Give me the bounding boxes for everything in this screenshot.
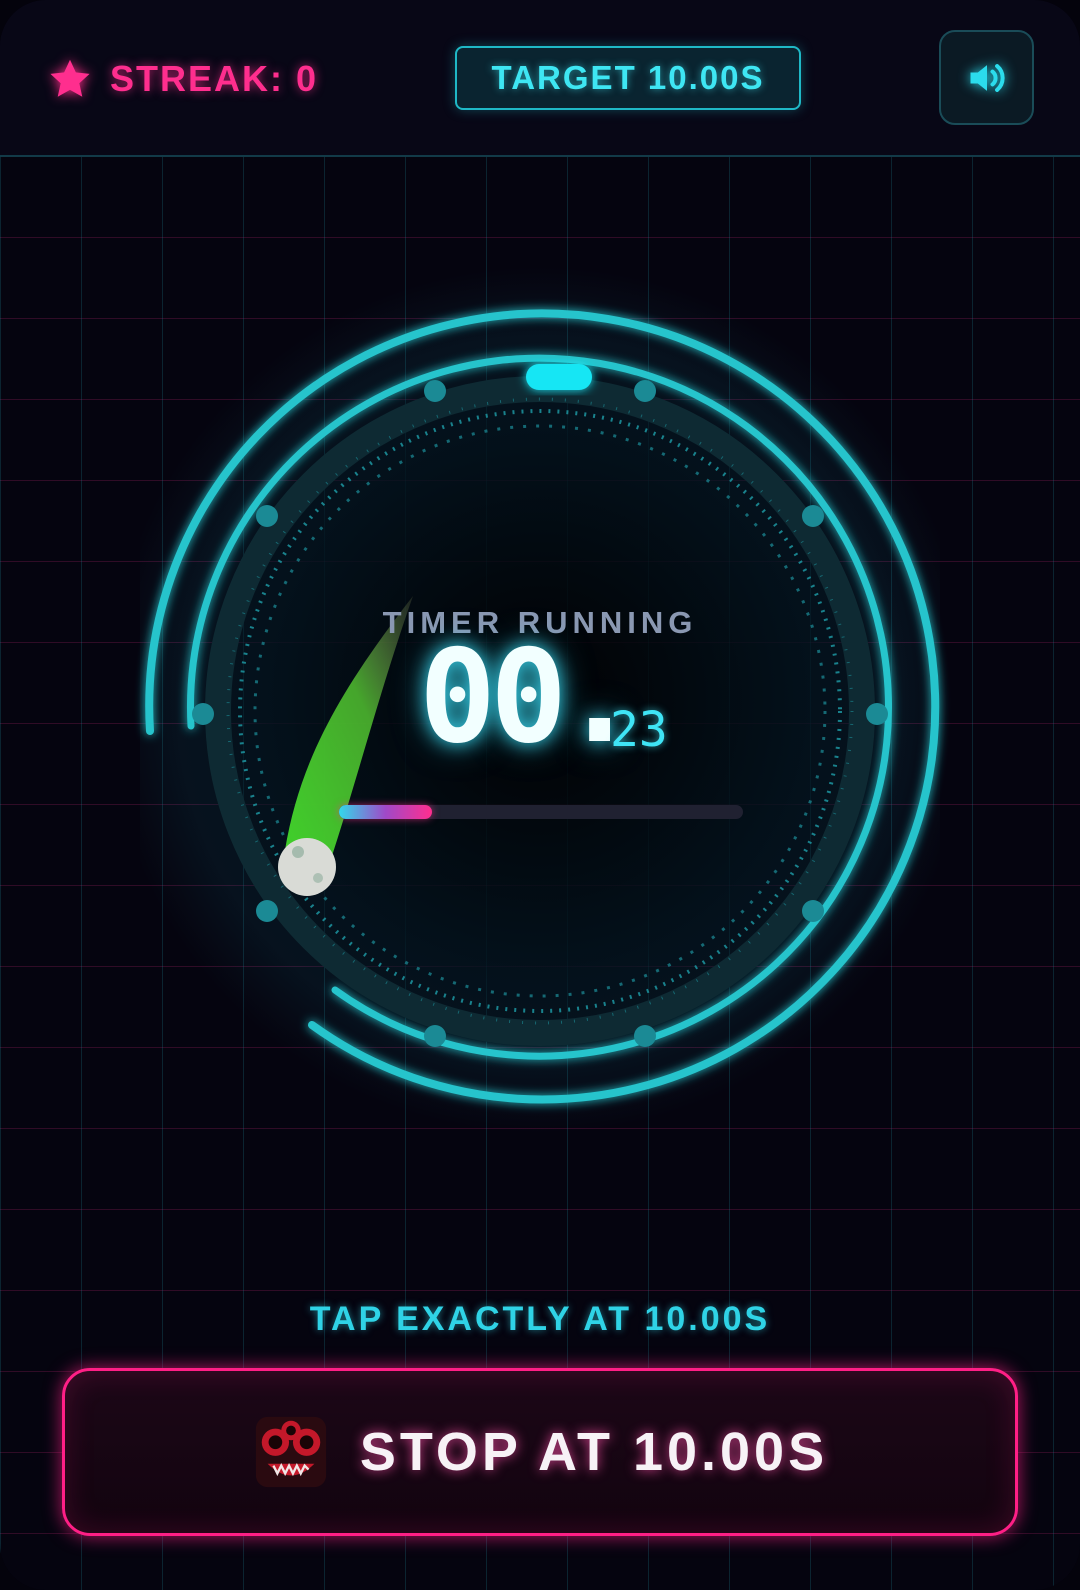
instruction-hint: TAP EXACTLY AT 10.00S xyxy=(309,1300,771,1338)
target-marker xyxy=(526,364,592,390)
monster-icon xyxy=(255,1416,326,1488)
tick-dot xyxy=(634,1025,656,1047)
comet-ball-spot xyxy=(292,846,304,858)
stop-button-label: STOP AT 10.00S xyxy=(359,1422,829,1482)
tick-dot xyxy=(424,1025,446,1047)
tick-dot xyxy=(866,703,888,725)
timer-fraction: 23 xyxy=(610,702,668,758)
tick-dot xyxy=(424,380,446,402)
tick-dot xyxy=(802,900,824,922)
progress-fill xyxy=(339,805,432,819)
comet-ball-spot xyxy=(313,873,323,883)
tick-dot xyxy=(256,505,278,527)
tick-dot xyxy=(634,380,656,402)
tick-dot xyxy=(256,900,278,922)
game-screen: STREAK: 0 TARGET 10.00S TIMER RUNNING 00… xyxy=(0,0,1080,1590)
comet-ball xyxy=(278,838,336,896)
tick-dot xyxy=(192,703,214,725)
timer-seconds: 00. xyxy=(419,623,638,772)
timer-dial xyxy=(145,309,940,1104)
stop-button[interactable]: STOP AT 10.00S xyxy=(62,1368,1018,1536)
tick-dot xyxy=(802,505,824,527)
progress-track xyxy=(339,805,743,819)
